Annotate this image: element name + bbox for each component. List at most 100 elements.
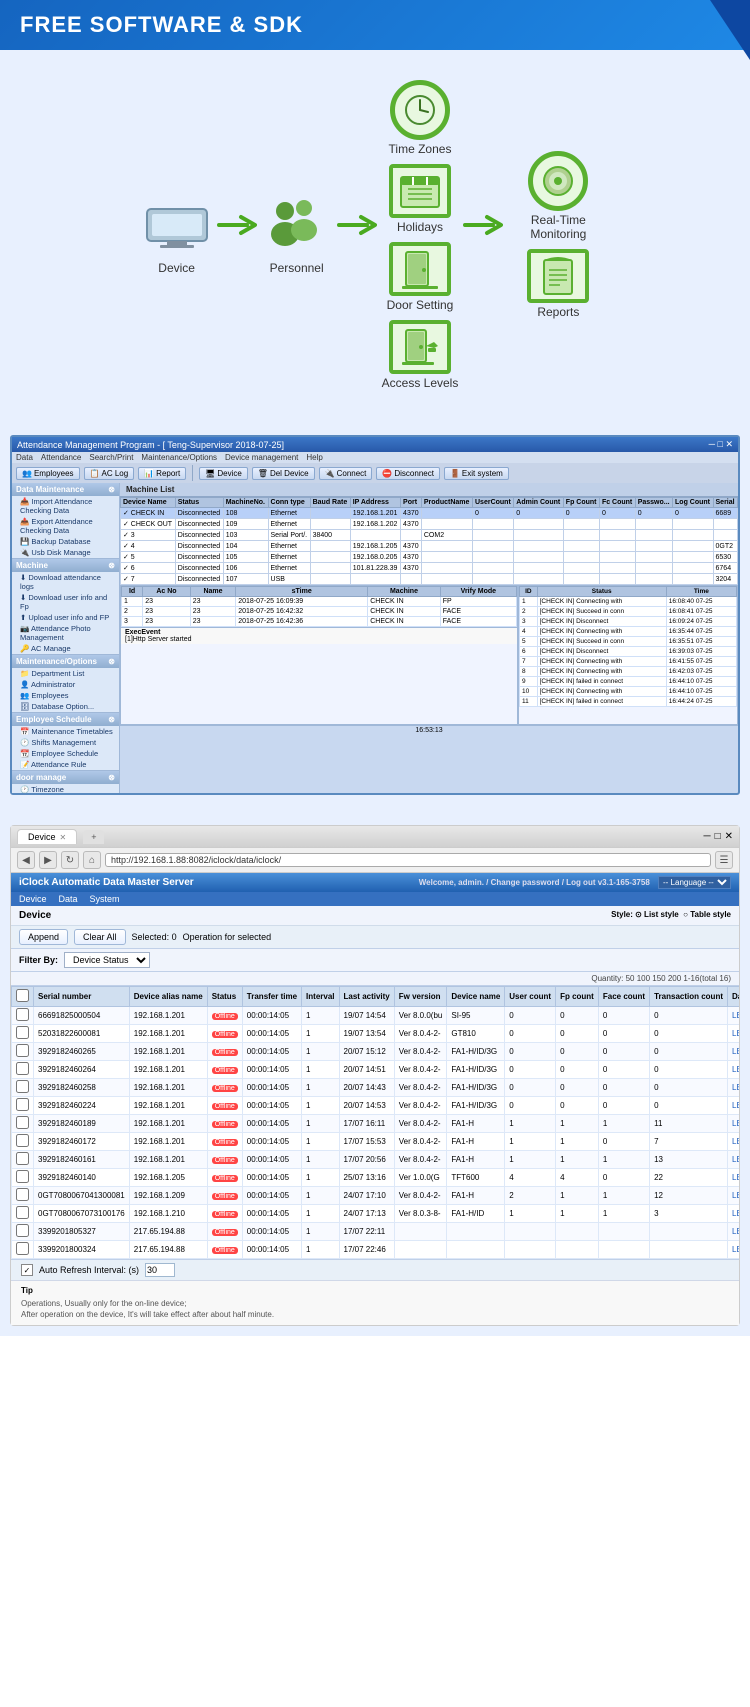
sidebar-door-header[interactable]: door manage⊗ — [12, 771, 119, 784]
log-row[interactable]: 123232018-07-25 16:09:39CHECK INFP — [122, 597, 517, 607]
device-row[interactable]: 3929182460264192.168.1.201 Offline 00:00… — [12, 1061, 740, 1079]
sidebar-backup[interactable]: 💾 Backup Database — [12, 536, 119, 547]
home-btn[interactable]: ⌂ — [83, 851, 101, 869]
menu-attendance[interactable]: Attendance — [41, 453, 81, 462]
browser-minimize-btn[interactable]: ─ — [703, 831, 710, 842]
row-checkbox[interactable] — [16, 1116, 29, 1129]
sidebar-import[interactable]: 📥 Import Attendance Checking Data — [12, 496, 119, 516]
menu-search[interactable]: Search/Print — [89, 453, 133, 462]
exit-btn[interactable]: 🚪 Exit system — [444, 467, 509, 480]
device-row[interactable]: 66691825000504192.168.1.201 Offline 00:0… — [12, 1007, 740, 1025]
row-checkbox[interactable] — [16, 1206, 29, 1219]
device-row[interactable]: 3929182460265192.168.1.201 Offline 00:00… — [12, 1043, 740, 1061]
del-device-btn[interactable]: 🗑 Del Device — [252, 467, 315, 480]
sidebar-export[interactable]: 📤 Export Attendance Checking Data — [12, 516, 119, 536]
sidebar-data-header[interactable]: Data Maintenance⊗ — [12, 483, 119, 496]
auto-refresh-bar: ✓ Auto Refresh Interval: (s) — [11, 1259, 739, 1280]
device-row[interactable]: 3399201800324217.65.194.88 Offline 00:00… — [12, 1241, 740, 1259]
address-bar[interactable]: http://192.168.1.88:8082/iclock/data/icl… — [105, 853, 711, 867]
device-row[interactable]: 3929182460258192.168.1.201 Offline 00:00… — [12, 1079, 740, 1097]
nav-data[interactable]: Data — [59, 894, 78, 904]
sidebar-timezone[interactable]: 🕐 Timezone — [12, 784, 119, 793]
filter-select[interactable]: Device Status — [64, 952, 150, 968]
row-checkbox[interactable] — [16, 1134, 29, 1147]
table-row[interactable]: ✓ 4Disconnected104Ethernet192.168.1.2054… — [121, 541, 738, 552]
row-checkbox[interactable] — [16, 1242, 29, 1255]
row-checkbox[interactable] — [16, 1224, 29, 1237]
sidebar-emp-sched[interactable]: 📆 Employee Schedule — [12, 748, 119, 759]
aclog-btn[interactable]: 📋 AC Log — [84, 467, 135, 480]
connect-btn[interactable]: 🔌 Connect — [319, 467, 373, 480]
device-btn[interactable]: 🖥 Device — [199, 467, 248, 480]
sidebar-upload-user[interactable]: ⬆ Upload user info and FP — [12, 612, 119, 623]
device-row[interactable]: 3929182460224192.168.1.201 Offline 00:00… — [12, 1097, 740, 1115]
menu-data[interactable]: Data — [16, 453, 33, 462]
sidebar-photo[interactable]: 📷 Attendance Photo Management — [12, 623, 119, 643]
menu-help[interactable]: Help — [306, 453, 322, 462]
row-checkbox[interactable] — [16, 1170, 29, 1183]
sidebar-attendance-rule[interactable]: 📝 Attendance Rule — [12, 759, 119, 770]
device-row[interactable]: 3929182460161192.168.1.201 Offline 00:00… — [12, 1151, 740, 1169]
sidebar-download-logs[interactable]: ⬇ Download attendance logs — [12, 572, 119, 592]
report-btn[interactable]: 📊 Report — [138, 467, 186, 480]
diagram-section: Device Personnel — [0, 50, 750, 420]
table-row[interactable]: ✓ 5Disconnected105Ethernet192.168.0.2054… — [121, 552, 738, 563]
browser-tab-new[interactable]: + — [83, 830, 104, 844]
sidebar-db[interactable]: 🗄 Database Option... — [12, 701, 119, 712]
row-checkbox[interactable] — [16, 1098, 29, 1111]
refresh-btn[interactable]: ↻ — [61, 851, 79, 869]
nav-system[interactable]: System — [90, 894, 120, 904]
device-row[interactable]: 0GT7080067041300081192.168.1.209 Offline… — [12, 1187, 740, 1205]
row-checkbox[interactable] — [16, 1152, 29, 1165]
table-row[interactable]: ✓ 7Disconnected107USB3204 — [121, 574, 738, 585]
row-checkbox[interactable] — [16, 1062, 29, 1075]
back-btn[interactable]: ◀ — [17, 851, 35, 869]
sidebar-employees[interactable]: 👥 Employees — [12, 690, 119, 701]
row-checkbox[interactable] — [16, 1188, 29, 1201]
sidebar-admin[interactable]: 👤 Administrator — [12, 679, 119, 690]
forward-btn[interactable]: ▶ — [39, 851, 57, 869]
append-btn[interactable]: Append — [19, 929, 68, 945]
browser-maximize-btn[interactable]: □ — [715, 831, 721, 842]
device-row[interactable]: 3399201805327217.65.194.88 Offline 00:00… — [12, 1223, 740, 1241]
device-row[interactable]: 52031822600081192.168.1.201 Offline 00:0… — [12, 1025, 740, 1043]
language-select[interactable]: -- Language -- — [658, 876, 731, 889]
device-row[interactable]: 0GT7080067073100176192.168.1.210 Offline… — [12, 1205, 740, 1223]
menu-maintenance[interactable]: Maintenance/Options — [141, 453, 217, 462]
row-checkbox[interactable] — [16, 1026, 29, 1039]
sidebar-usb[interactable]: 🔌 Usb Disk Manage — [12, 547, 119, 558]
log-row[interactable]: 223232018-07-25 16:42:32CHECK INFACE — [122, 607, 517, 617]
settings-btn[interactable]: ☰ — [715, 851, 733, 869]
table-row[interactable]: ✓ CHECK OUTDisconnected109Ethernet192.16… — [121, 519, 738, 530]
device-row[interactable]: 3929182460140192.168.1.205 Offline 00:00… — [12, 1169, 740, 1187]
select-all-checkbox[interactable] — [16, 989, 29, 1002]
browser-close-btn[interactable]: ✕ — [725, 831, 733, 842]
employees-btn[interactable]: 👥 Employees — [16, 467, 80, 480]
clear-all-btn[interactable]: Clear All — [74, 929, 126, 945]
status-row: 11[CHECK IN] failed in connect16:44:24 0… — [520, 697, 737, 707]
auto-refresh-checkbox[interactable]: ✓ — [21, 1264, 33, 1276]
sidebar-download-user[interactable]: ⬇ Download user info and Fp — [12, 592, 119, 612]
device-row[interactable]: 3929182460172192.168.1.201 Offline 00:00… — [12, 1133, 740, 1151]
nav-device[interactable]: Device — [19, 894, 47, 904]
disconnect-btn[interactable]: ⛔ Disconnect — [376, 467, 440, 480]
sidebar-shifts[interactable]: 🕐 Shifts Management — [12, 737, 119, 748]
tab-close-icon[interactable]: ✕ — [60, 833, 67, 842]
browser-tab-device[interactable]: Device ✕ — [17, 829, 77, 844]
sidebar-maint-header[interactable]: Maintenance/Options⊗ — [12, 655, 119, 668]
row-checkbox[interactable] — [16, 1044, 29, 1057]
sidebar-machine-header[interactable]: Machine⊗ — [12, 559, 119, 572]
table-row[interactable]: ✓ CHECK INDisconnected108Ethernet192.168… — [121, 508, 738, 519]
device-row[interactable]: 3929182460189192.168.1.201 Offline 00:00… — [12, 1115, 740, 1133]
table-row[interactable]: ✓ 6Disconnected106Ethernet101.81.228.394… — [121, 563, 738, 574]
refresh-interval-input[interactable] — [145, 1263, 175, 1277]
sidebar-schedule-header[interactable]: Employee Schedule⊗ — [12, 713, 119, 726]
table-row[interactable]: ✓ 3Disconnected103Serial Port/.38400COM2 — [121, 530, 738, 541]
log-row[interactable]: 323232018-07-25 16:42:36CHECK INFACE — [122, 617, 517, 627]
sidebar-ac[interactable]: 🔑 AC Manage — [12, 643, 119, 654]
row-checkbox[interactable] — [16, 1080, 29, 1093]
sidebar-dept[interactable]: 📁 Department List — [12, 668, 119, 679]
sidebar-timetable[interactable]: 📅 Maintenance Timetables — [12, 726, 119, 737]
menu-device[interactable]: Device management — [225, 453, 298, 462]
row-checkbox[interactable] — [16, 1008, 29, 1021]
